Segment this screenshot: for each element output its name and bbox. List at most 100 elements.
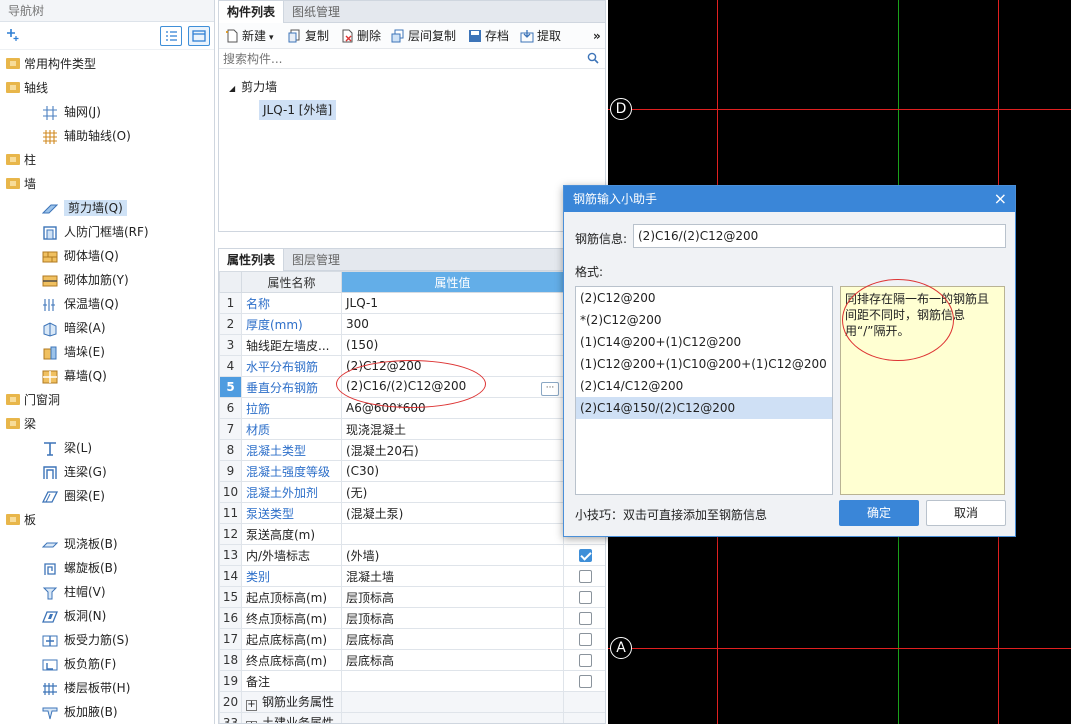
- tree-item-hidden-beam[interactable]: 暗梁(A): [0, 317, 106, 339]
- tree-item-beam[interactable]: 梁(L): [0, 437, 92, 459]
- property-value[interactable]: ··· (2)C16/(2)C12@200: [341, 376, 564, 398]
- format-list-item[interactable]: (2)C14/C12@200: [576, 375, 832, 397]
- property-value[interactable]: [341, 691, 564, 713]
- format-list-item[interactable]: (2)C14@150/(2)C12@200: [576, 397, 832, 419]
- ok-button[interactable]: 确定: [839, 500, 919, 526]
- property-row[interactable]: 18 终点底标高(m) 层底标高: [219, 649, 605, 671]
- property-value[interactable]: [341, 523, 564, 545]
- collapse-triangle-icon[interactable]: ◢: [229, 84, 235, 93]
- public-attr-checkbox[interactable]: [579, 612, 592, 625]
- copy-button[interactable]: 复制: [288, 27, 329, 45]
- public-attr-checkbox[interactable]: [579, 633, 592, 646]
- new-button[interactable]: 新建 ▾: [225, 27, 274, 45]
- tree-item-wall-pier[interactable]: 墙垛(E): [0, 341, 105, 363]
- tree-group-door-window[interactable]: 门窗洞: [0, 389, 60, 411]
- property-value[interactable]: JLQ-1: [341, 292, 564, 314]
- property-value[interactable]: (C30): [341, 460, 564, 482]
- tree-item-insulation-wall[interactable]: 保温墙(Q): [0, 293, 119, 315]
- component-search-input[interactable]: [219, 49, 605, 69]
- tab-layer-management[interactable]: 图层管理: [284, 249, 348, 271]
- tab-property-list[interactable]: 属性列表: [219, 249, 285, 271]
- tree-item-spiral-slab[interactable]: 螺旋板(B): [0, 557, 118, 579]
- tree-item-civil-defense-wall[interactable]: 人防门框墙(RF): [0, 221, 149, 243]
- expand-plus-icon[interactable]: +: [246, 700, 257, 711]
- tree-group-common[interactable]: 常用构件类型: [0, 53, 96, 75]
- property-row[interactable]: 1 名称 JLQ-1: [219, 292, 605, 314]
- property-row[interactable]: 13 内/外墙标志 (外墙): [219, 544, 605, 566]
- public-attr-checkbox[interactable]: [579, 591, 592, 604]
- floor-copy-button[interactable]: 层间复制: [391, 27, 456, 45]
- property-row[interactable]: 15 起点顶标高(m) 层顶标高: [219, 586, 605, 608]
- tree-group-slab[interactable]: 板: [0, 509, 36, 531]
- public-attr-checkbox[interactable]: [579, 654, 592, 667]
- tree-item-shear-wall[interactable]: 剪力墙(Q): [0, 197, 127, 219]
- tree-item-slab-hole[interactable]: 板洞(N): [0, 605, 106, 627]
- tree-group-column[interactable]: 柱: [0, 149, 36, 171]
- tree-item-aux-axis[interactable]: 辅助轴线(O): [0, 125, 131, 147]
- property-value[interactable]: 层顶标高: [341, 607, 564, 629]
- tree-item-floor-slab-strip[interactable]: 楼层板带(H): [0, 677, 130, 699]
- property-value[interactable]: (无): [341, 481, 564, 503]
- close-icon[interactable]: ×: [994, 186, 1007, 212]
- tree-group-wall[interactable]: 墙: [0, 173, 36, 195]
- format-list-item[interactable]: (1)C12@200+(1)C10@200+(1)C12@200: [576, 353, 832, 375]
- property-row[interactable]: 16 终点顶标高(m) 层顶标高: [219, 607, 605, 629]
- component-item-jlq1[interactable]: JLQ-1 [外墙]: [259, 100, 337, 120]
- public-attr-checkbox[interactable]: [579, 549, 592, 562]
- tree-item-slab-haunch[interactable]: 板加腋(B): [0, 701, 118, 723]
- cancel-button[interactable]: 取消: [926, 500, 1006, 526]
- property-value[interactable]: (混凝土泵): [341, 502, 564, 524]
- save-archive-button[interactable]: 存档: [468, 27, 509, 45]
- property-value[interactable]: 层顶标高: [341, 586, 564, 608]
- tree-item-slab-negative-rebar[interactable]: 板负筋(F): [0, 653, 116, 675]
- property-value[interactable]: 现浇混凝土: [341, 418, 564, 440]
- add-sparkle-icon[interactable]: [6, 28, 20, 45]
- more-tools-icon[interactable]: »: [593, 27, 601, 45]
- tree-item-ring-beam[interactable]: 圈梁(E): [0, 485, 105, 507]
- tree-item-masonry-rebar[interactable]: 砌体加筋(Y): [0, 269, 129, 291]
- public-attr-checkbox[interactable]: [579, 675, 592, 688]
- tree-item-column-cap[interactable]: 柱帽(V): [0, 581, 106, 603]
- property-value[interactable]: (150): [341, 334, 564, 356]
- property-row[interactable]: 8 混凝土类型 (混凝土20石): [219, 439, 605, 461]
- search-icon[interactable]: [587, 52, 599, 67]
- format-list-item[interactable]: (2)C12@200: [576, 287, 832, 309]
- property-row[interactable]: 2 厚度(mm) 300: [219, 313, 605, 335]
- tree-item-cast-slab[interactable]: 现浇板(B): [0, 533, 118, 555]
- public-attr-checkbox[interactable]: [579, 570, 592, 583]
- property-row[interactable]: 10 混凝土外加剂 (无): [219, 481, 605, 503]
- delete-button[interactable]: 删除: [340, 27, 381, 45]
- format-list-item[interactable]: *(2)C12@200: [576, 309, 832, 331]
- property-value[interactable]: 层底标高: [341, 649, 564, 671]
- property-row[interactable]: 17 起点底标高(m) 层底标高: [219, 628, 605, 650]
- tree-node-shear-wall[interactable]: ◢ 剪力墙: [229, 77, 277, 97]
- tree-item-masonry-wall[interactable]: 砌体墙(Q): [0, 245, 119, 267]
- property-row[interactable]: 3 轴线距左墙皮... (150): [219, 334, 605, 356]
- list-view-icon[interactable]: [160, 26, 182, 46]
- format-list-item[interactable]: (1)C14@200+(1)C12@200: [576, 331, 832, 353]
- property-value[interactable]: [341, 712, 564, 723]
- property-row[interactable]: 5 垂直分布钢筋 ··· (2)C16/(2)C12@200: [219, 376, 605, 398]
- tree-item-axis-grid[interactable]: 轴网(J): [0, 101, 101, 123]
- property-row[interactable]: 12 泵送高度(m): [219, 523, 605, 545]
- tree-item-curtain-wall[interactable]: 幕墙(Q): [0, 365, 107, 387]
- rebar-info-input[interactable]: [633, 224, 1006, 248]
- extract-button[interactable]: 提取: [520, 27, 561, 45]
- ellipsis-button[interactable]: ···: [541, 381, 559, 396]
- property-row[interactable]: 20 + 钢筋业务属性: [219, 691, 605, 713]
- tree-view-icon[interactable]: [188, 26, 210, 46]
- tab-drawing-management[interactable]: 图纸管理: [284, 1, 348, 23]
- property-row[interactable]: 4 水平分布钢筋 (2)C12@200: [219, 355, 605, 377]
- property-row[interactable]: 7 材质 现浇混凝土: [219, 418, 605, 440]
- property-value[interactable]: 层底标高: [341, 628, 564, 650]
- property-value[interactable]: (混凝土20石): [341, 439, 564, 461]
- tree-item-coupling-beam[interactable]: 连梁(G): [0, 461, 107, 483]
- property-value[interactable]: (外墙): [341, 544, 564, 566]
- tab-component-list[interactable]: 构件列表: [219, 1, 285, 23]
- property-value[interactable]: 混凝土墙: [341, 565, 564, 587]
- property-value[interactable]: [341, 670, 564, 692]
- property-row[interactable]: 6 拉筋 A6@600*600: [219, 397, 605, 419]
- property-row[interactable]: 14 类别 混凝土墙: [219, 565, 605, 587]
- property-row[interactable]: 9 混凝土强度等级 (C30): [219, 460, 605, 482]
- property-value[interactable]: A6@600*600: [341, 397, 564, 419]
